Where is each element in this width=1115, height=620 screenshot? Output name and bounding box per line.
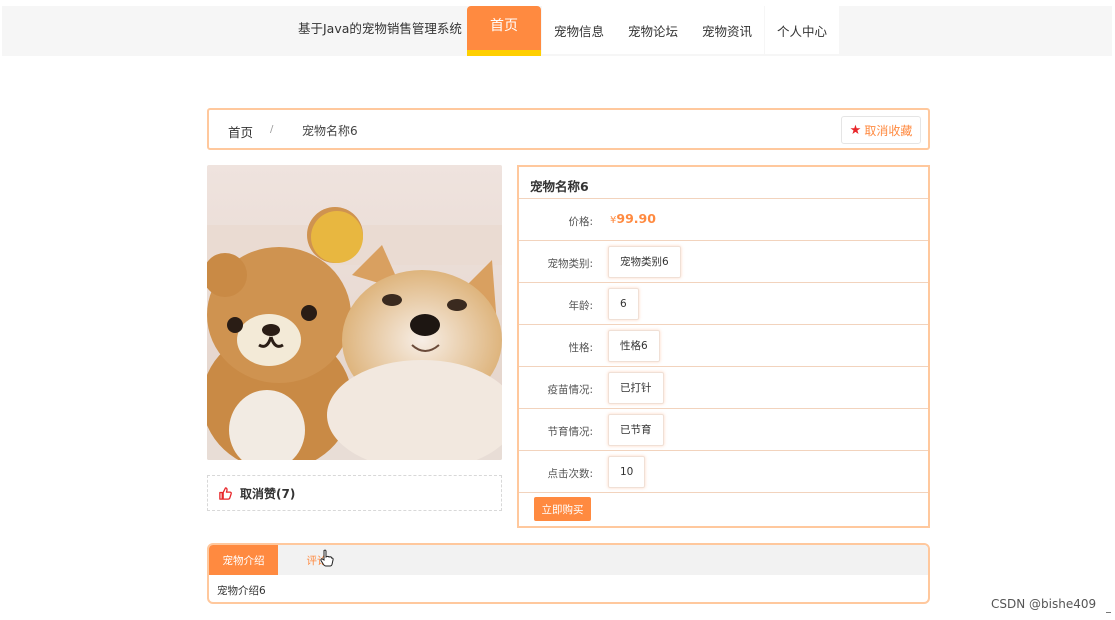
tabs-header: 宠物介绍 评论 xyxy=(209,545,928,575)
click-count-label: 点击次数: xyxy=(547,468,593,480)
breadcrumb-home[interactable]: 首页 xyxy=(228,122,253,141)
corner-mark xyxy=(1106,612,1111,613)
detail-row: 年龄: 6 xyxy=(519,283,928,325)
top-nav: 基于Java的宠物销售管理系统 首页 宠物信息 宠物论坛 宠物资讯 个人中心 xyxy=(2,6,1112,56)
nav-pet-info[interactable]: 宠物信息 xyxy=(542,6,616,54)
site-brand: 基于Java的宠物销售管理系统 xyxy=(298,21,462,36)
pet-name-title: 宠物名称6 xyxy=(519,167,928,199)
price-label: 价格: xyxy=(568,216,593,228)
age-value: 6 xyxy=(608,288,639,320)
sterilization-label: 节育情况: xyxy=(547,426,593,438)
pet-photo xyxy=(207,165,502,460)
star-icon: ★ xyxy=(849,122,862,138)
vaccine-value: 已打针 xyxy=(608,372,664,404)
detail-row: 性格: 性格6 xyxy=(519,325,928,367)
breadcrumb: 首页 / 宠物名称6 ★ 取消收藏 xyxy=(207,108,930,150)
click-count-value: 10 xyxy=(608,456,646,488)
unfavorite-label: 取消收藏 xyxy=(864,123,913,138)
nav-home[interactable]: 首页 xyxy=(467,6,541,56)
nav-pet-news[interactable]: 宠物资讯 xyxy=(690,6,764,54)
detail-row: 点击次数: 10 xyxy=(519,451,928,493)
hand-cursor-icon xyxy=(320,549,334,567)
buy-row: 立即购买 xyxy=(519,493,928,527)
watermark: CSDN @bishe409 xyxy=(991,597,1097,611)
detail-row: 宠物类别: 宠物类别6 xyxy=(519,241,928,283)
nav-user-center[interactable]: 个人中心 xyxy=(765,6,839,54)
breadcrumb-current: 宠物名称6 xyxy=(302,124,358,138)
price-value: ¥99.90 xyxy=(610,211,656,226)
pet-detail-panel: 宠物名称6 价格: ¥99.90 宠物类别: 宠物类别6 年龄: 6 性格: 性… xyxy=(517,165,930,528)
age-label: 年龄: xyxy=(568,300,593,312)
detail-row: 节育情况: 已节育 xyxy=(519,409,928,451)
temperament-label: 性格: xyxy=(568,342,593,354)
pet-intro-content: 宠物介绍6 xyxy=(217,585,266,597)
sterilization-value: 已节育 xyxy=(608,414,664,446)
price-amount: 99.90 xyxy=(616,211,656,226)
detail-row: 疫苗情况: 已打针 xyxy=(519,367,928,409)
buy-now-button[interactable]: 立即购买 xyxy=(534,497,591,521)
tab-pet-intro[interactable]: 宠物介绍 xyxy=(209,545,278,575)
nav-pet-forum[interactable]: 宠物论坛 xyxy=(616,6,690,54)
vaccine-label: 疫苗情况: xyxy=(547,384,593,396)
unfavorite-button[interactable]: ★ 取消收藏 xyxy=(841,116,921,144)
unlike-label: 取消赞(7) xyxy=(240,486,296,501)
price-row: 价格: ¥99.90 xyxy=(519,199,928,241)
thumbs-up-icon xyxy=(219,486,232,500)
unlike-button[interactable]: 取消赞(7) xyxy=(207,475,502,511)
breadcrumb-separator: / xyxy=(270,124,274,135)
category-value: 宠物类别6 xyxy=(608,246,681,278)
category-label: 宠物类别: xyxy=(547,258,593,270)
temperament-value: 性格6 xyxy=(608,330,660,362)
detail-tabs: 宠物介绍 评论 宠物介绍6 xyxy=(207,543,930,604)
